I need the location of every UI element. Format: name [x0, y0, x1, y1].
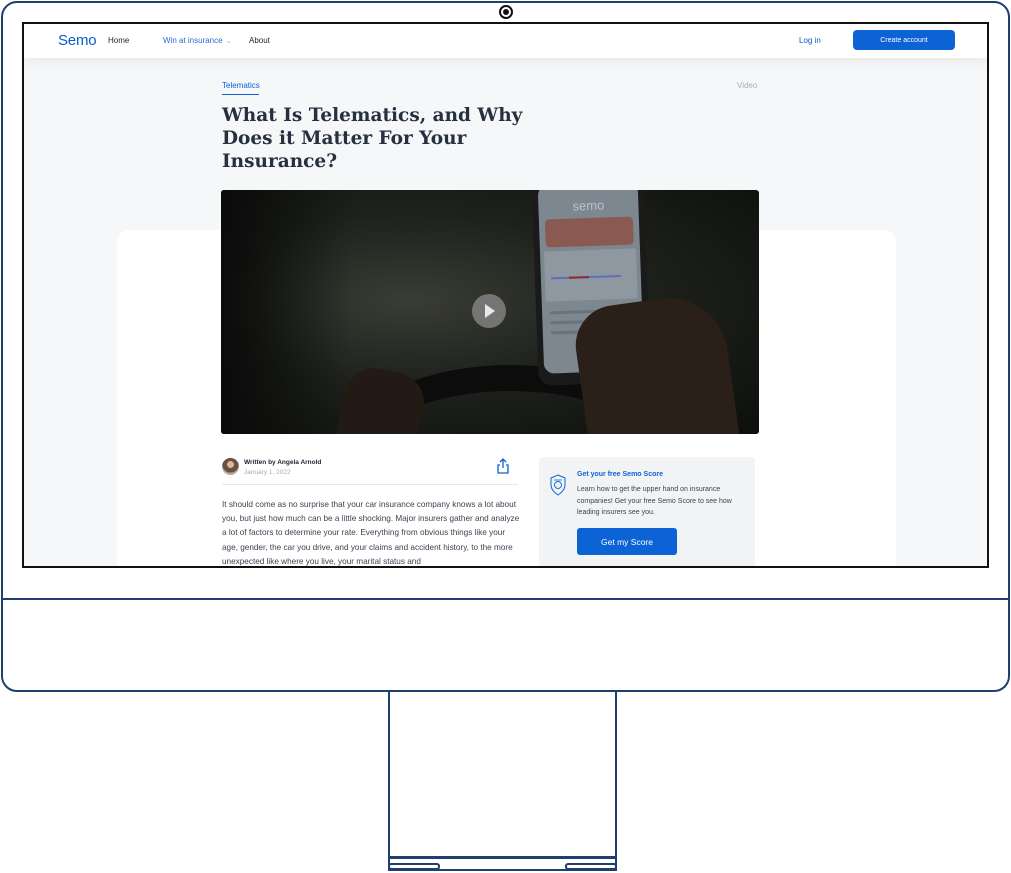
shield-badge-icon — [550, 474, 566, 496]
author-divider — [222, 484, 518, 485]
article-title: What Is Telematics, and Why Does it Matt… — [222, 105, 523, 172]
share-icon[interactable] — [496, 458, 510, 474]
author-name: Written by Angela Arnold — [244, 459, 322, 466]
nav-home-link[interactable]: Home — [108, 36, 129, 45]
author-block: Written by Angela Arnold January 1, 2022 — [222, 457, 518, 487]
score-card-description: Learn how to get the upper hand on insur… — [577, 486, 732, 516]
article-body: It should come as no surprise that your … — [222, 500, 520, 566]
category-tag-underline — [222, 94, 259, 95]
stand-foot-left — [388, 863, 440, 870]
stand-foot-right — [565, 863, 617, 870]
score-card-title: Get your free Semo Score — [577, 471, 663, 478]
video-shadow — [221, 190, 351, 434]
phone-brand-text: semo — [572, 197, 605, 214]
nav-win-label: Win at insurance — [163, 36, 223, 45]
video-player[interactable]: semo — [221, 190, 759, 434]
nav-win-at-insurance-link[interactable]: Win at insurance ⌄ — [163, 36, 231, 45]
monitor-stand — [388, 692, 617, 858]
avatar — [222, 458, 239, 475]
semo-logo[interactable]: Semo — [58, 32, 97, 49]
semo-score-card: Get your free Semo Score Learn how to ge… — [539, 457, 755, 566]
category-tag-link[interactable]: Telematics — [222, 81, 260, 90]
create-account-button[interactable]: Create account — [853, 30, 955, 50]
get-my-score-button[interactable]: Get my Score — [577, 528, 677, 555]
camera-icon — [499, 5, 513, 19]
phone-score-box — [544, 216, 634, 248]
top-navbar: Semo Home Win at insurance ⌄ About Log in… — [24, 24, 987, 58]
monitor-chin-divider — [1, 598, 1010, 600]
screen: Semo Home Win at insurance ⌄ About Log in… — [22, 22, 989, 568]
login-link[interactable]: Log in — [799, 36, 821, 45]
publish-date: January 1, 2022 — [244, 469, 291, 476]
right-hand-image — [570, 290, 742, 434]
play-icon[interactable] — [472, 294, 506, 328]
nav-about-link[interactable]: About — [249, 36, 270, 45]
content-type-tag: Video — [737, 81, 758, 90]
chevron-down-icon: ⌄ — [225, 38, 232, 45]
